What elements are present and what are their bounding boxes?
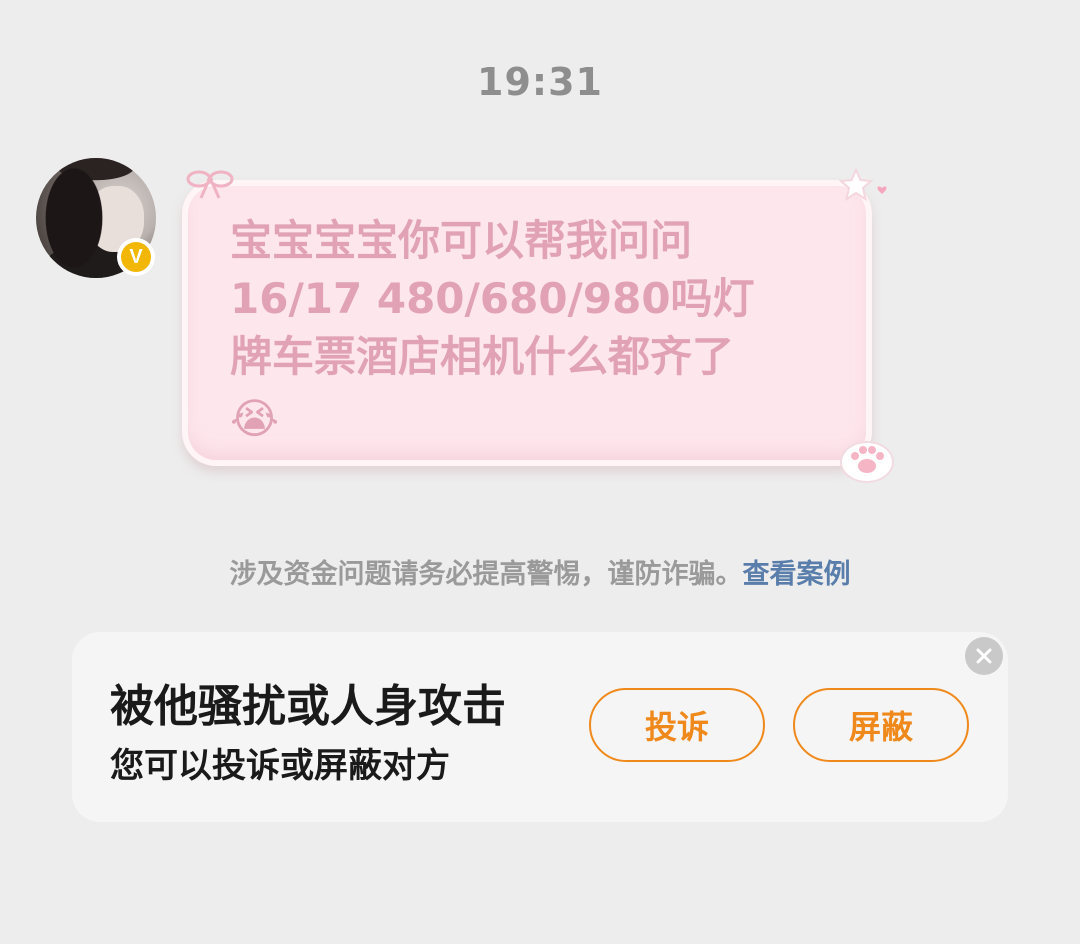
message-timestamp: 19:31	[477, 60, 603, 104]
report-subtitle: 您可以投诉或屏蔽对方	[110, 746, 450, 786]
complain-button[interactable]: 投诉	[589, 688, 765, 762]
paw-decoration-icon	[840, 441, 894, 483]
fraud-warning-text: 涉及资金问题请务必提高警惕，谨防诈骗。	[229, 559, 743, 590]
message-line-1: 宝宝宝宝你可以帮我问问	[230, 216, 693, 265]
message-line-3: 牌车票酒店相机什么都齐了	[230, 332, 735, 381]
close-button[interactable]	[965, 637, 1003, 675]
report-title: 被他骚扰或人身攻击	[110, 681, 506, 732]
block-button[interactable]: 屏蔽	[793, 688, 969, 762]
close-icon	[976, 648, 992, 664]
crying-emoji: 😭	[230, 394, 280, 443]
verified-badge-letter: V	[121, 242, 151, 272]
fraud-warning: 涉及资金问题请务必提高警惕，谨防诈骗。查看案例	[0, 552, 1080, 591]
message-line-2: 16/17 480/680/980吗灯	[230, 274, 755, 323]
star-heart-decoration-icon	[838, 167, 887, 202]
message-text: 宝宝宝宝你可以帮我问问 16/17 480/680/980吗灯 牌车票酒店相机什…	[230, 212, 830, 448]
view-cases-link[interactable]: 查看案例	[743, 559, 851, 590]
bow-decoration-icon	[186, 170, 234, 199]
verified-badge-icon: V	[117, 238, 155, 276]
